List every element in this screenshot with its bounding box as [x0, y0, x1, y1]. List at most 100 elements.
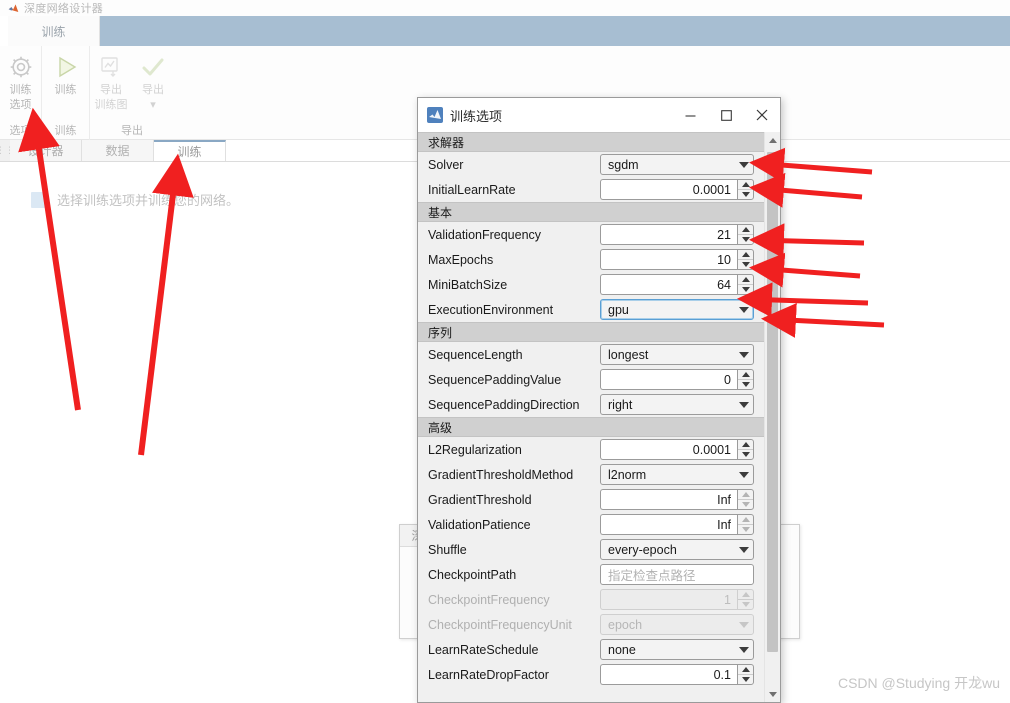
max-epochs-value[interactable]: 10: [600, 249, 737, 270]
spinner-down-icon[interactable]: [738, 190, 753, 200]
spinner-buttons[interactable]: [737, 179, 754, 200]
spinner-buttons[interactable]: [737, 439, 754, 460]
spinner-down-icon[interactable]: [738, 450, 753, 460]
l2-regularization-spinner[interactable]: 0.0001: [600, 439, 754, 460]
scrollbar-track[interactable]: [765, 148, 780, 686]
export-button[interactable]: 导出 ▾: [132, 46, 174, 112]
checkpoint-path-input[interactable]: 指定检查点路径: [600, 564, 754, 585]
doc-tab-data[interactable]: 数据: [82, 140, 154, 161]
ribbon-tab-strip: 训练: [0, 16, 1010, 46]
field-label-mini-batch-size: MiniBatchSize: [428, 277, 508, 292]
mini-batch-size-spinner[interactable]: 64: [600, 274, 754, 295]
validation-patience-value[interactable]: Inf: [600, 514, 737, 535]
section-header-label: 求解器: [428, 135, 465, 150]
spinner-up-icon[interactable]: [738, 180, 753, 190]
spinner-buttons[interactable]: [737, 224, 754, 245]
chevron-down-icon: [739, 471, 749, 478]
spinner-up-icon[interactable]: [738, 370, 753, 380]
spinner-buttons[interactable]: [737, 489, 754, 510]
doc-tab-designer[interactable]: 设计器: [10, 140, 82, 161]
dialog-window-buttons: [672, 98, 780, 132]
doc-tab-training[interactable]: 训练: [154, 140, 226, 161]
scroll-down-icon[interactable]: [765, 686, 780, 702]
spinner-up-icon[interactable]: [738, 665, 753, 675]
ribbon-strip-left-pad: [0, 16, 8, 46]
export-training-plot-button[interactable]: 导出 训练图: [90, 46, 132, 112]
spinner-up-icon[interactable]: [738, 250, 753, 260]
spinner-buttons[interactable]: [737, 664, 754, 685]
field-row-learn-rate-schedule: LearnRateSchedule none: [418, 637, 764, 662]
sequence-padding-direction-combobox[interactable]: right: [600, 394, 754, 415]
sequence-padding-value-spinner[interactable]: 0: [600, 369, 754, 390]
ribbon-group-options: 训练 选项 选项: [0, 46, 42, 140]
field-label-solver: Solver: [428, 157, 464, 172]
sequence-length-combobox[interactable]: longest: [600, 344, 754, 365]
gradient-threshold-spinner[interactable]: Inf: [600, 489, 754, 510]
doc-tab-label: 数据: [105, 144, 130, 158]
field-label-checkpoint-frequency-unit: CheckpointFrequencyUnit: [428, 617, 572, 632]
field-row-sequence-padding-value: SequencePaddingValue 0: [418, 367, 764, 392]
matlab-logo-icon: [427, 107, 443, 123]
l2-regularization-value[interactable]: 0.0001: [600, 439, 737, 460]
spinner-down-icon[interactable]: [738, 675, 753, 685]
spinner-buttons[interactable]: [737, 514, 754, 535]
checkpoint-frequency-value: 1: [600, 589, 737, 610]
spinner-up-icon[interactable]: [738, 275, 753, 285]
initial-learn-rate-spinner[interactable]: 0.0001: [600, 179, 754, 200]
scrollbar-thumb[interactable]: [767, 152, 778, 652]
export-plot-label-2: 训练图: [94, 99, 128, 111]
dialog-vertical-scrollbar[interactable]: [764, 132, 780, 702]
spinner-up-icon[interactable]: [738, 515, 753, 525]
spinner-down-icon[interactable]: [738, 235, 753, 245]
field-row-execution-environment: ExecutionEnvironment gpu: [418, 297, 764, 322]
section-header-label: 序列: [428, 325, 453, 340]
field-control: 64: [600, 274, 754, 295]
spinner-buttons[interactable]: [737, 274, 754, 295]
solver-combobox[interactable]: sgdm: [600, 154, 754, 175]
learn-rate-schedule-combobox[interactable]: none: [600, 639, 754, 660]
spinner-down-icon[interactable]: [738, 380, 753, 390]
spinner-up-icon[interactable]: [738, 440, 753, 450]
sequence-padding-value-value[interactable]: 0: [600, 369, 737, 390]
spinner-buttons: [737, 589, 754, 610]
close-icon[interactable]: [744, 98, 780, 132]
spinner-down-icon[interactable]: [738, 260, 753, 270]
validation-frequency-spinner[interactable]: 21: [600, 224, 754, 245]
learn-rate-drop-factor-spinner[interactable]: 0.1: [600, 664, 754, 685]
mini-batch-size-value[interactable]: 64: [600, 274, 737, 295]
execution-environment-combobox[interactable]: gpu: [600, 299, 754, 320]
field-control: epoch: [600, 614, 754, 635]
train-button[interactable]: 训练: [42, 46, 90, 99]
field-row-sequence-padding-direction: SequencePaddingDirection right: [418, 392, 764, 417]
dialog-scroll-area: 求解器 Solver sgdm InitialLearnRate 0.0001 …: [418, 132, 764, 702]
train-options-label-2: 选项: [9, 99, 32, 111]
spinner-down-icon[interactable]: [738, 525, 753, 535]
train-options-button[interactable]: 训练 选项: [0, 46, 42, 112]
field-control: gpu: [600, 299, 754, 320]
maximize-icon[interactable]: [708, 98, 744, 132]
export-dropdown-caret[interactable]: ▾: [150, 99, 156, 112]
minimize-icon[interactable]: [672, 98, 708, 132]
learn-rate-drop-factor-value[interactable]: 0.1: [600, 664, 737, 685]
checkpoint-frequency-unit-combobox: epoch: [600, 614, 754, 635]
matlab-logo-icon: [8, 3, 19, 14]
spinner-down-icon[interactable]: [738, 500, 753, 510]
spinner-up-icon: [738, 590, 753, 600]
spinner-buttons[interactable]: [737, 249, 754, 270]
spinner-up-icon[interactable]: [738, 225, 753, 235]
spinner-buttons[interactable]: [737, 369, 754, 390]
drag-handle-icon[interactable]: ⋮⋮: [0, 140, 14, 161]
shuffle-combobox[interactable]: every-epoch: [600, 539, 754, 560]
initial-learn-rate-value[interactable]: 0.0001: [600, 179, 737, 200]
export-plot-label-1: 导出: [100, 84, 122, 96]
ribbon-tab-train[interactable]: 训练: [8, 16, 100, 46]
gradient-threshold-method-combobox[interactable]: l2norm: [600, 464, 754, 485]
field-control: Inf: [600, 514, 754, 535]
validation-frequency-value[interactable]: 21: [600, 224, 737, 245]
validation-patience-spinner[interactable]: Inf: [600, 514, 754, 535]
gradient-threshold-value[interactable]: Inf: [600, 489, 737, 510]
max-epochs-spinner[interactable]: 10: [600, 249, 754, 270]
spinner-down-icon[interactable]: [738, 285, 753, 295]
scroll-up-icon[interactable]: [765, 132, 780, 148]
spinner-up-icon[interactable]: [738, 490, 753, 500]
